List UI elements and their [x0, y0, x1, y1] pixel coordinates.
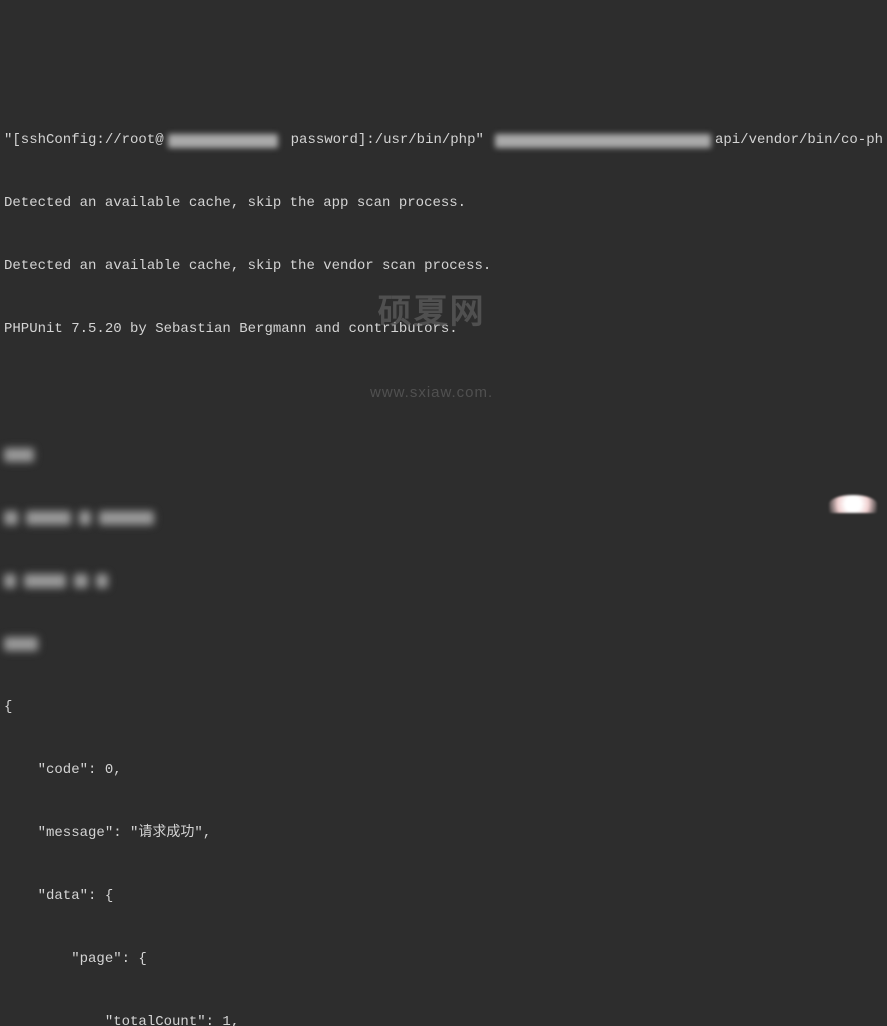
command-prompt-line: "[sshConfig://root@ password]:/usr/bin/p…: [4, 130, 883, 151]
blank-line: [4, 382, 883, 403]
json-page-open: "page": {: [4, 949, 883, 970]
prompt-middle: password]:/usr/bin/php": [282, 130, 484, 151]
terminal-output[interactable]: "[sshConfig://root@ password]:/usr/bin/p…: [0, 84, 887, 1026]
redacted-row-3: [4, 571, 883, 592]
redacted-row-2: [4, 508, 883, 529]
json-code: "code": 0,: [4, 760, 883, 781]
json-totalcount: "totalCount": 1,: [4, 1012, 883, 1026]
corner-decoration: [829, 495, 877, 513]
json-open: {: [4, 697, 883, 718]
json-message: "message": "请求成功",: [4, 823, 883, 844]
output-line-1: Detected an available cache, skip the ap…: [4, 193, 883, 214]
redacted-path: [495, 134, 711, 148]
redacted-host: [168, 134, 279, 148]
output-line-3: PHPUnit 7.5.20 by Sebastian Bergmann and…: [4, 319, 883, 340]
redacted-row-4: [4, 634, 883, 655]
prompt-prefix: "[sshConfig://root@: [4, 130, 164, 151]
redacted-row-1: [4, 445, 883, 466]
prompt-suffix: api/vendor/bin/co-ph: [715, 130, 883, 151]
json-data-open: "data": {: [4, 886, 883, 907]
output-line-2: Detected an available cache, skip the ve…: [4, 256, 883, 277]
